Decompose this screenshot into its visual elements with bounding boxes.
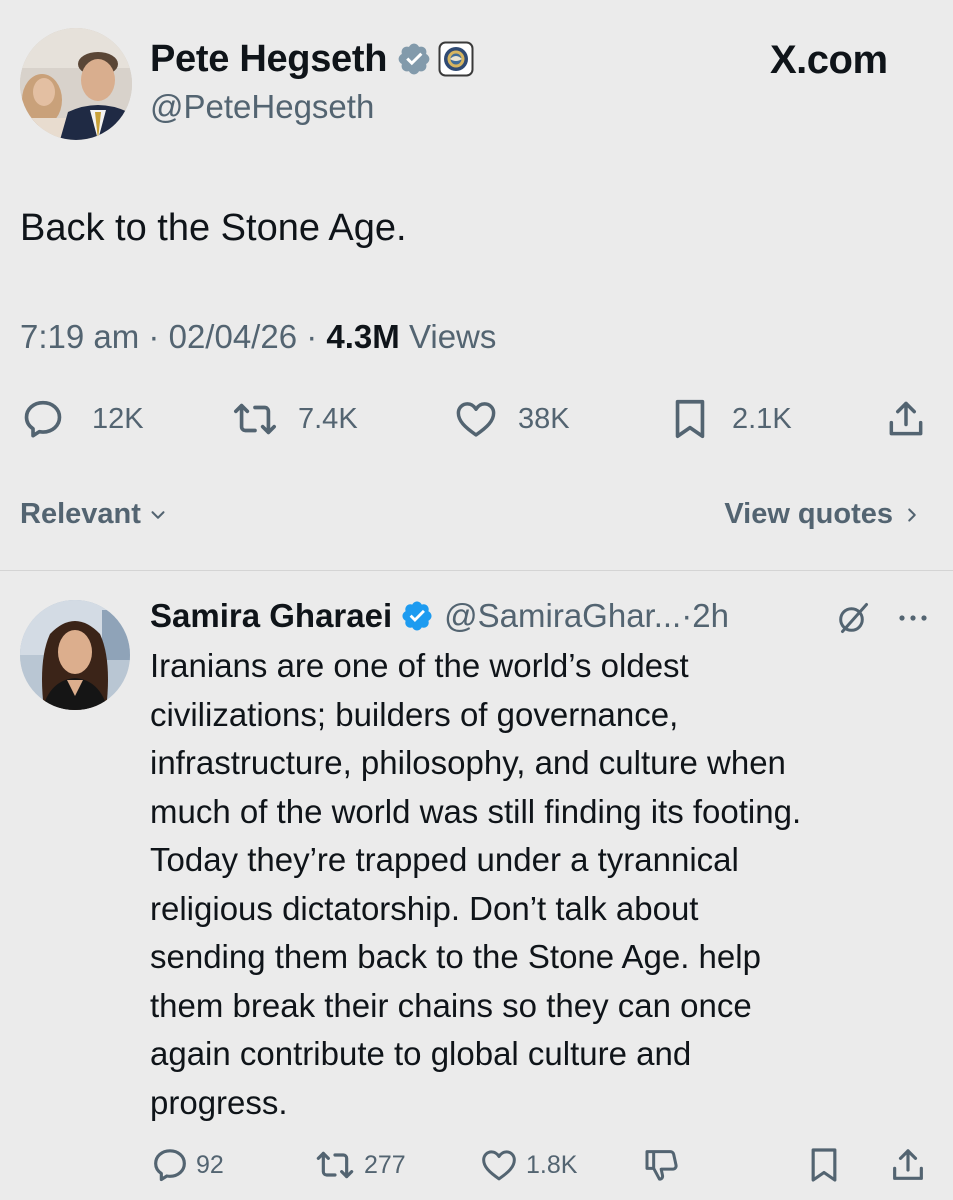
bookmark-icon: [675, 399, 705, 439]
bookmark-count: 2.1K: [732, 402, 792, 435]
reply-text-line: Today they’re trapped under a tyrannical: [150, 841, 739, 878]
reply-text-line: much of the world was still finding its …: [150, 792, 802, 830]
reply-author-photo: [20, 600, 130, 710]
more-options-icon[interactable]: [893, 604, 933, 632]
reply-like-button[interactable]: 1.8K: [478, 1145, 577, 1185]
section-divider: [0, 570, 953, 571]
site-label: X.com: [770, 38, 888, 82]
reply-bubble-icon: [24, 400, 62, 438]
tweet-date[interactable]: 02/04/26: [169, 318, 297, 355]
bookmark-icon: [811, 1148, 837, 1182]
reply-text-line: infrastructure, philosophy, and culture …: [150, 744, 786, 781]
reply-button[interactable]: 12K: [20, 395, 144, 443]
reply-header: Samira Gharaei @SamiraGhar... · 2h: [150, 596, 729, 636]
thumbs-down-icon: [645, 1150, 678, 1181]
repost-button[interactable]: 7.4K: [230, 395, 358, 443]
reply-repost-count: 277: [364, 1150, 406, 1179]
meta-separator: ·: [306, 318, 318, 355]
author-photo: [20, 28, 132, 140]
heart-icon: [456, 402, 496, 437]
grok-icon[interactable]: [835, 600, 871, 636]
repost-icon: [316, 1151, 354, 1179]
heart-icon: [482, 1150, 516, 1181]
tweet-text: Back to the Stone Age.: [20, 207, 407, 249]
share-button[interactable]: [884, 395, 928, 443]
reply-text: Iranians are one of the world’s oldest c…: [150, 642, 940, 1127]
reply-text-line: again contribute to global culture and: [150, 1035, 692, 1072]
sort-label: Relevant: [20, 498, 141, 530]
reply-text-line: civilizations; builders of governance,: [150, 695, 679, 733]
repost-count: 7.4K: [298, 402, 358, 435]
reply-sort-dropdown[interactable]: Relevant: [20, 498, 171, 531]
reply-count: 12K: [92, 402, 144, 435]
reply-bookmark-button[interactable]: [806, 1145, 842, 1185]
like-button[interactable]: 38K: [452, 395, 570, 443]
tweet-time[interactable]: 7:19 am: [20, 318, 139, 355]
chevron-down-icon: [151, 510, 165, 519]
repost-icon: [234, 403, 276, 435]
reply-share-button[interactable]: [888, 1145, 928, 1185]
reply-like-count: 1.8K: [526, 1150, 578, 1179]
x-logo-label[interactable]: X.com: [770, 38, 888, 83]
reply-text-line: sending them back to the Stone Age. help: [150, 938, 761, 975]
like-count: 38K: [518, 402, 570, 435]
author-display-name[interactable]: Pete Hegseth: [150, 38, 387, 81]
meta-separator: ·: [148, 318, 160, 355]
tweet-metadata: 7:19 am · 02/04/26 · 4.3M Views: [20, 318, 496, 356]
reply-text-line: progress.: [150, 1083, 288, 1121]
reply-timestamp[interactable]: 2h: [692, 597, 729, 635]
reply-author-handle[interactable]: @SamiraGhar...: [444, 597, 681, 635]
view-quotes-label: View quotes: [724, 498, 893, 530]
reply-bubble-icon: [154, 1149, 186, 1182]
view-quotes-link[interactable]: View quotes: [724, 498, 925, 531]
reply-repost-button[interactable]: 277: [312, 1145, 406, 1185]
reply-text-line: religious dictatorship. Don’t talk about: [150, 889, 699, 927]
views-label: Views: [408, 318, 497, 355]
downvote-button[interactable]: [640, 1145, 684, 1185]
share-icon: [893, 1149, 923, 1180]
chevron-right-icon: [908, 507, 916, 522]
views-count: 4.3M: [326, 318, 400, 355]
reply-text-line: them break their chains so they can once: [150, 986, 752, 1024]
verified-badge-icon[interactable]: [400, 599, 434, 633]
reply-author-name[interactable]: Samira Gharaei: [150, 597, 392, 635]
verified-badge-icon[interactable]: [396, 41, 432, 77]
reply-text-line: Iranians are one of the world’s oldest: [150, 647, 689, 684]
affiliation-seal-icon[interactable]: [438, 41, 474, 77]
author-handle[interactable]: @PeteHegseth: [150, 88, 374, 126]
reply-separator: ·: [681, 597, 693, 634]
reply-reply-count: 92: [196, 1150, 224, 1179]
author-avatar[interactable]: [20, 28, 132, 140]
reply-author-avatar[interactable]: [20, 600, 130, 710]
reply-reply-button[interactable]: 92: [150, 1145, 224, 1185]
bookmark-button[interactable]: 2.1K: [670, 395, 792, 443]
share-icon: [889, 401, 923, 436]
